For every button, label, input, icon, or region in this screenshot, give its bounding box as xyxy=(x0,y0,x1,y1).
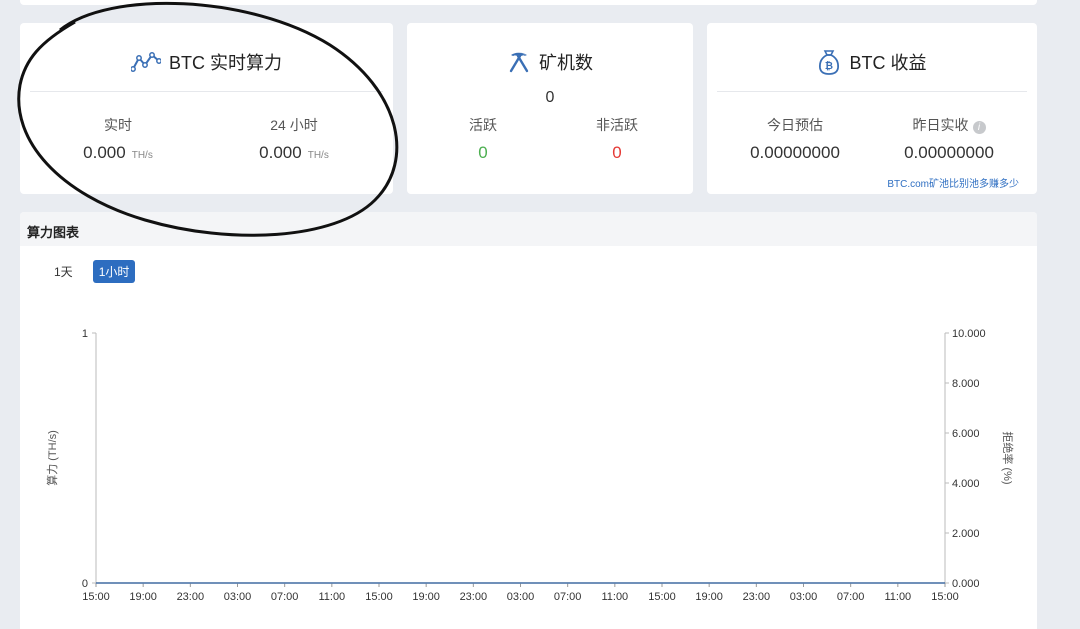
top-panel-edge xyxy=(20,0,1037,5)
today-earnings: 0.00000000 xyxy=(750,143,840,162)
x-tick-label: 11:00 xyxy=(318,591,345,603)
x-tick-label: 03:00 xyxy=(224,591,252,603)
x-tick-label: 23:00 xyxy=(460,591,488,603)
x-tick-label: 15:00 xyxy=(82,591,110,603)
day-unit: TH/s xyxy=(307,150,329,161)
miners-card: 矿机数 0 活跃 0 非活跃 0 xyxy=(407,23,693,194)
hashrate-card-header: BTC 实时算力 xyxy=(20,49,393,75)
pickaxe-icon xyxy=(507,50,531,74)
y-right-tick-label: 2.000 xyxy=(952,528,980,540)
y-right-tick-label: 6.000 xyxy=(952,428,980,440)
y-right-tick-label: 8.000 xyxy=(952,378,980,390)
x-tick-label: 07:00 xyxy=(837,591,865,603)
realtime-value: 0.000 TH/s xyxy=(28,143,208,163)
x-tick-label: 03:00 xyxy=(507,591,535,603)
x-tick-label: 11:00 xyxy=(884,591,911,603)
trend-line-icon xyxy=(130,52,161,72)
day-hashrate: 0.000 xyxy=(259,143,302,162)
x-tick-label: 07:00 xyxy=(271,591,299,603)
x-tick-label: 11:00 xyxy=(601,591,628,603)
x-tick-label: 07:00 xyxy=(554,591,582,603)
inactive-count: 0 xyxy=(612,143,622,162)
y-left-tick-label: 0 xyxy=(82,578,88,590)
earnings-card-header: ₿ BTC 收益 xyxy=(707,49,1037,75)
realtime-hashrate: 0.000 xyxy=(83,143,126,162)
miners-total: 0 xyxy=(545,89,555,106)
x-tick-label: 23:00 xyxy=(177,591,205,603)
earnings-card: ₿ BTC 收益 今日预估 0.00000000 昨日实收 i 0.0000000… xyxy=(707,23,1037,194)
day-value: 0.000 TH/s xyxy=(204,143,384,163)
y-right-axis-label: 拒绝率 (%) xyxy=(1001,431,1015,484)
y-right-tick-label: 10.000 xyxy=(952,328,986,340)
realtime-label: 实时 xyxy=(104,117,132,133)
x-tick-label: 23:00 xyxy=(743,591,771,603)
hashrate-chart-panel: 算力图表 1天 1小时 0 1 0.000 2.000 4.000 6.000 8.000 1… xyxy=(20,212,1037,629)
inactive-label: 非活跃 xyxy=(596,117,638,133)
bitcoin-bag-icon: ₿ xyxy=(817,48,841,76)
yesterday-label-text: 昨日实收 xyxy=(912,117,969,133)
x-tick-label: 19:00 xyxy=(129,591,157,603)
info-icon[interactable]: i xyxy=(972,121,986,134)
earnings-card-title: BTC 收益 xyxy=(849,53,927,73)
y-right-tick-label: 0.000 xyxy=(952,578,980,590)
y-left-axis-label: 算力 (TH/s) xyxy=(45,430,59,486)
x-tick-label: 03:00 xyxy=(790,591,818,603)
hashrate-chart: 010.0002.0004.0006.0008.00010.00015:00 19… xyxy=(45,328,1015,603)
hashrate-card-title: BTC 实时算力 xyxy=(168,53,282,73)
x-tick-label: 15:00 xyxy=(931,591,959,603)
realtime-unit: TH/s xyxy=(131,150,153,161)
yesterday-label: 昨日实收 i xyxy=(869,115,1029,135)
x-tick-label: 15:00 xyxy=(648,591,676,603)
today-label: 今日预估 xyxy=(767,117,823,133)
yesterday-earnings: 0.00000000 xyxy=(904,143,994,162)
svg-text:₿: ₿ xyxy=(825,60,833,72)
compare-pools-link[interactable]: BTC.com矿池比别池多赚多少 xyxy=(887,175,1019,190)
hashrate-card: BTC 实时算力 实时 0.000 TH/s 24 小时 0.000 TH/s xyxy=(20,23,393,194)
y-right-tick-label: 4.000 xyxy=(952,478,980,490)
miners-card-header: 矿机数 xyxy=(407,49,693,75)
divider xyxy=(717,91,1027,92)
y-left-tick-label: 1 xyxy=(82,328,88,340)
x-tick-label: 19:00 xyxy=(695,591,723,603)
x-tick-label: 15:00 xyxy=(365,591,393,603)
x-tick-label: 19:00 xyxy=(412,591,440,603)
day-label: 24 小时 xyxy=(270,117,318,133)
divider xyxy=(30,91,383,92)
miners-card-title: 矿机数 xyxy=(539,53,593,73)
